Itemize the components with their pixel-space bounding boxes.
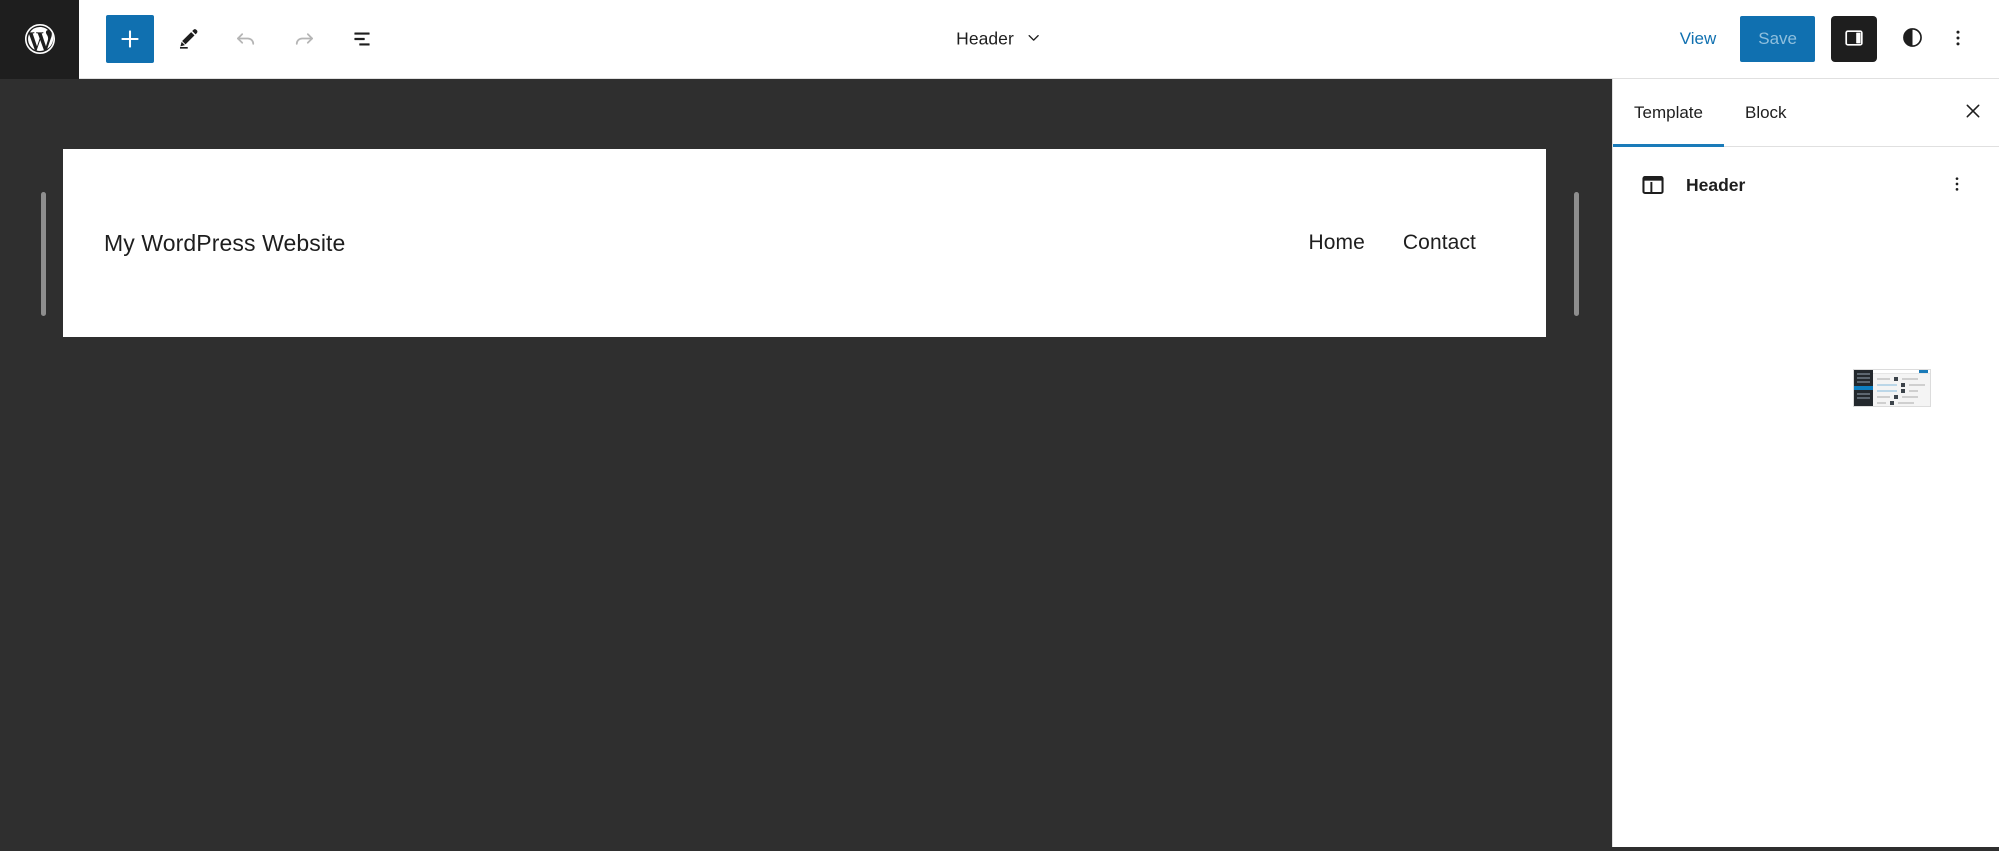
redo-arrow-icon bbox=[291, 26, 317, 52]
tab-block[interactable]: Block bbox=[1724, 79, 1808, 146]
template-canvas-frame[interactable]: My WordPress Website Home Contact bbox=[63, 149, 1546, 337]
header-block[interactable]: My WordPress Website Home Contact bbox=[63, 149, 1546, 337]
undo-button[interactable] bbox=[222, 15, 270, 63]
canvas-resize-handle-right[interactable] bbox=[1574, 192, 1579, 316]
sidebar-panel-icon bbox=[1842, 26, 1866, 53]
settings-sidebar: Template Block Header bbox=[1612, 79, 1999, 847]
ellipsis-vertical-icon bbox=[1947, 27, 1969, 52]
editor-body: My WordPress Website Home Contact Templa… bbox=[0, 79, 1999, 847]
template-block-card[interactable]: Header bbox=[1613, 147, 1999, 223]
canvas-bottom-strip bbox=[0, 847, 1999, 851]
wordpress-logo-icon bbox=[22, 21, 58, 57]
template-layout-icon bbox=[1640, 172, 1666, 198]
sidebar-tab-bar: Template Block bbox=[1613, 79, 1999, 147]
add-block-button[interactable] bbox=[106, 15, 154, 63]
settings-sidebar-toggle-button[interactable] bbox=[1831, 16, 1877, 62]
editor-options-button[interactable] bbox=[1935, 16, 1981, 62]
document-title-text: Header bbox=[956, 28, 1014, 49]
styles-button[interactable] bbox=[1889, 16, 1935, 62]
plus-icon bbox=[117, 26, 143, 52]
chevron-down-icon bbox=[1025, 29, 1043, 50]
list-view-icon bbox=[349, 26, 375, 52]
save-button[interactable]: Save bbox=[1740, 16, 1815, 62]
editor-toolbar: Header View Save bbox=[0, 0, 1999, 79]
tools-edit-button[interactable] bbox=[164, 15, 212, 63]
pencil-edit-icon bbox=[175, 26, 201, 52]
nav-item-home[interactable]: Home bbox=[1309, 231, 1365, 255]
toolbar-right-group: View Save bbox=[1666, 16, 1999, 62]
sidebar-content: Header bbox=[1613, 147, 1999, 847]
template-preview-thumbnail bbox=[1853, 369, 1931, 407]
redo-button[interactable] bbox=[280, 15, 328, 63]
view-button[interactable]: View bbox=[1666, 21, 1731, 57]
preview-thumbnail-main bbox=[1873, 370, 1930, 406]
template-block-options-button[interactable] bbox=[1937, 165, 1977, 205]
toolbar-left-group bbox=[79, 15, 386, 63]
close-x-icon bbox=[1962, 100, 1984, 125]
site-editor-app: Header View Save My WordPress Website Ho… bbox=[0, 0, 1999, 851]
document-title-button[interactable]: Header bbox=[946, 23, 1053, 56]
preview-thumbnail-topbar bbox=[1873, 370, 1930, 374]
close-sidebar-button[interactable] bbox=[1947, 79, 1999, 146]
undo-arrow-icon bbox=[233, 26, 259, 52]
list-view-button[interactable] bbox=[338, 15, 386, 63]
site-title-block[interactable]: My WordPress Website bbox=[104, 230, 345, 257]
wordpress-logo-button[interactable] bbox=[0, 0, 79, 79]
contrast-half-circle-icon bbox=[1900, 25, 1925, 53]
canvas-resize-handle-left[interactable] bbox=[41, 192, 46, 316]
preview-thumbnail-sidebar bbox=[1854, 370, 1873, 406]
template-block-title: Header bbox=[1686, 174, 1746, 195]
editor-canvas-region: My WordPress Website Home Contact bbox=[0, 79, 1612, 847]
navigation-block[interactable]: Home Contact bbox=[1309, 231, 1506, 255]
ellipsis-vertical-icon bbox=[1947, 174, 1967, 197]
nav-item-contact[interactable]: Contact bbox=[1403, 231, 1476, 255]
tab-template[interactable]: Template bbox=[1613, 79, 1724, 147]
